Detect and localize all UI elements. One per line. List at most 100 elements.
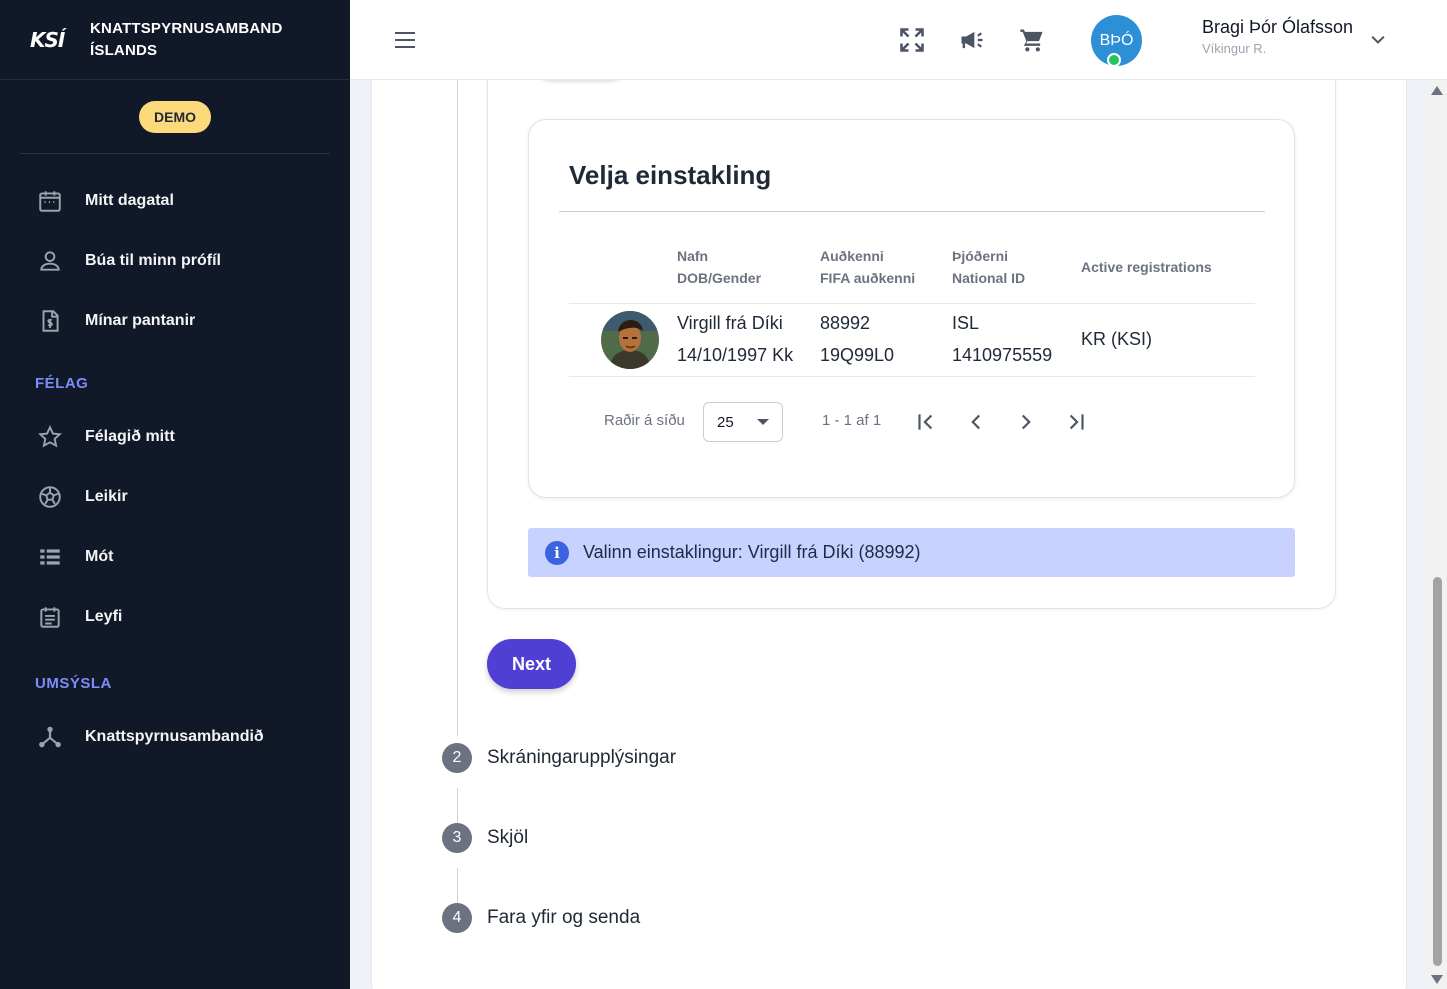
header-nationality-line1: Þjóðerni [952, 248, 1009, 264]
menu-icon [395, 32, 415, 48]
user-menu-button[interactable] [1368, 30, 1388, 50]
brand-name: KNATTSPYRNUSAMBAND ÍSLANDS [90, 18, 282, 62]
demo-badge-container: DEMO [20, 80, 330, 154]
user-name[interactable]: Bragi Þór Ólafsson [1202, 17, 1353, 38]
section-title-admin: UMSÝSLA [35, 674, 112, 692]
rows-per-page-label: Raðir á síðu [604, 412, 685, 429]
chevron-right-icon [1021, 414, 1031, 430]
menu-button[interactable] [393, 28, 417, 52]
previous-page-button[interactable] [962, 408, 990, 436]
brand[interactable]: KSÍ KNATTSPYRNUSAMBAND ÍSLANDS [0, 0, 350, 80]
sidebar-item-orders[interactable]: Mínar pantanir [0, 291, 350, 351]
license-icon [36, 603, 64, 631]
sidebar-item-label: Mót [85, 548, 114, 565]
announcements-button[interactable] [958, 26, 986, 54]
stepper-connector [457, 788, 458, 824]
cell-dob-gender: 14/10/1997 Kk [677, 345, 794, 365]
header-id-line2: FIFA auðkenni [820, 270, 916, 286]
header-id-line1: Auðkenni [820, 248, 884, 264]
sidebar-item-label: Félagið mitt [85, 428, 175, 445]
sidebar-item-games[interactable]: Leikir [0, 467, 350, 527]
step-number: 4 [442, 903, 472, 933]
last-page-icon [1069, 414, 1084, 430]
table-row-border [569, 376, 1255, 377]
online-status-dot [1107, 53, 1121, 67]
person-icon [36, 247, 64, 275]
cell-registrations: KR (KSI) [1081, 329, 1153, 349]
select-person-card: Velja einstakling Nafn DOB/Gender Auðken… [528, 119, 1295, 498]
sidebar-item-licenses[interactable]: Leyfi [0, 587, 350, 647]
table-row-border [569, 303, 1255, 304]
header-registrations: Active registrations [1081, 259, 1212, 275]
cell-name: Virgill frá Díki [677, 313, 783, 333]
cell-national-id: 1410975559 [952, 345, 1053, 365]
sidebar-item-label: Búa til minn prófíl [85, 252, 221, 269]
invoice-icon [36, 307, 64, 335]
soccer-ball-icon [36, 483, 64, 511]
sidebar-item-my-club[interactable]: Félagið mitt [0, 407, 350, 467]
divider [559, 211, 1265, 212]
stepper-connector [457, 868, 458, 904]
step-label: Skjöl [487, 827, 529, 848]
person-photo [601, 311, 659, 369]
sidebar-item-label: Leikir [85, 488, 128, 505]
last-page-button[interactable] [1062, 408, 1090, 436]
chevron-down-icon [1371, 35, 1385, 44]
fullscreen-icon [900, 28, 924, 52]
sidebar-item-label: Mitt dagatal [85, 192, 174, 209]
ksi-logo: KSÍ [30, 27, 65, 52]
step-number: 3 [442, 823, 472, 853]
star-icon [36, 423, 64, 451]
header-nationality: Þjóðerni National ID [952, 245, 1025, 289]
rows-per-page-value: 25 [717, 413, 734, 431]
chevron-left-icon [971, 414, 981, 430]
cart-button[interactable] [1018, 26, 1046, 54]
hub-icon [36, 723, 64, 751]
header-nationality-line2: National ID [952, 270, 1026, 286]
sidebar-item-federation[interactable]: Knattspyrnusambandið [0, 707, 350, 767]
scroll-down-arrow[interactable] [1431, 975, 1443, 984]
sidebar-item-label: Leyfi [85, 608, 123, 625]
first-page-button[interactable] [912, 408, 940, 436]
megaphone-icon [961, 31, 983, 49]
calendar-icon [36, 187, 64, 215]
header-name: Nafn DOB/Gender [677, 245, 761, 289]
cell-id: 88992 [820, 313, 871, 333]
demo-badge: DEMO [139, 100, 211, 133]
step-4[interactable]: 4 Fara yfir og senda [442, 903, 640, 933]
fullscreen-button[interactable] [898, 26, 926, 54]
first-page-icon [918, 414, 933, 430]
scrollbar-thumb[interactable] [1433, 577, 1442, 966]
next-page-button[interactable] [1012, 408, 1040, 436]
step-2[interactable]: 2 Skráningarupplýsingar [442, 743, 676, 773]
brand-name-line2: ÍSLANDS [90, 41, 158, 59]
step-label: Skráningarupplýsingar [487, 747, 677, 768]
pagination-range: 1 - 1 af 1 [822, 412, 882, 429]
topbar: BÞÓ Bragi Þór Ólafsson Víkingur R. [350, 0, 1447, 80]
header-name-line1: Nafn [677, 248, 709, 264]
rows-per-page-select[interactable]: 25 [703, 402, 783, 442]
next-button[interactable]: Next [487, 639, 576, 689]
header-name-line2: DOB/Gender [677, 270, 762, 286]
cart-icon [1020, 29, 1043, 52]
stepper-connector [457, 60, 458, 736]
brand-name-line1: KNATTSPYRNUSAMBAND [90, 19, 283, 37]
section-title-club: FÉLAG [35, 374, 89, 392]
alert-text: Valinn einstaklingur: Virgill frá Díki (… [583, 542, 921, 562]
selected-person-alert: i Valinn einstaklingur: Virgill frá Díki… [528, 528, 1295, 577]
sidebar-item-label: Knattspyrnusambandið [85, 728, 264, 745]
info-icon: i [545, 540, 569, 565]
cell-fifa-id: 19Q99L0 [820, 345, 895, 365]
card-title: Velja einstakling [569, 160, 772, 190]
user-club: Víkingur R. [1202, 41, 1267, 56]
header-id: Auðkenni FIFA auðkenni [820, 245, 915, 289]
step-label: Fara yfir og senda [487, 907, 641, 928]
cell-nationality: ISL [952, 313, 980, 333]
scroll-up-arrow[interactable] [1431, 86, 1443, 95]
sidebar-item-calendar[interactable]: Mitt dagatal [0, 171, 350, 231]
sidebar-item-label: Mínar pantanir [85, 312, 196, 329]
step-number: 2 [442, 743, 472, 773]
step-3[interactable]: 3 Skjöl [442, 823, 528, 853]
sidebar-item-profile[interactable]: Búa til minn prófíl [0, 231, 350, 291]
sidebar-item-tournaments[interactable]: Mót [0, 527, 350, 587]
